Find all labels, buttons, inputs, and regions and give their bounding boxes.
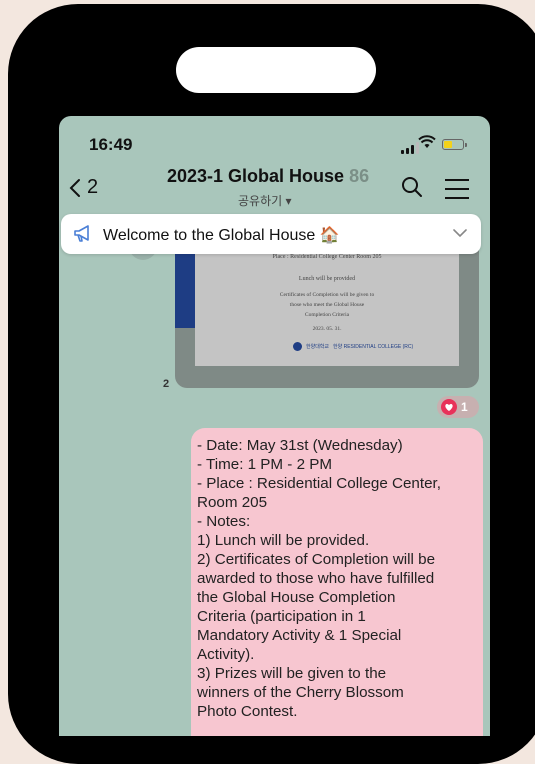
message-text: - Date: May 31st (Wednesday) - Time: 1 P…	[197, 437, 441, 720]
heart-icon	[441, 399, 457, 415]
image-message[interactable]: Place : Residential College Center Room …	[175, 246, 479, 388]
chevron-down-icon[interactable]	[453, 228, 467, 238]
reaction-badge[interactable]: 1	[437, 396, 479, 418]
search-icon[interactable]	[401, 176, 423, 198]
reaction-count: 1	[461, 400, 468, 414]
chat-screen: 16:49 2 2023-1 Global House 86 공유하기 ▾ Pl…	[59, 116, 490, 736]
member-count: 86	[349, 166, 370, 186]
poster-image: Place : Residential College Center Room …	[195, 246, 459, 366]
chat-title-text: 2023-1 Global House	[167, 166, 345, 186]
phone-speaker	[176, 47, 376, 93]
back-chevron-icon	[69, 178, 80, 197]
university-logo: 한양대학교 한양 RESIDENTIAL COLLEGE (RC)	[293, 342, 413, 351]
status-bar: 16:49	[59, 116, 490, 166]
read-count: 2	[163, 378, 170, 390]
chat-title: 2023-1 Global House 86	[167, 166, 369, 187]
chat-header: 2 2023-1 Global House 86 공유하기 ▾	[59, 164, 490, 214]
wifi-icon	[418, 135, 436, 148]
notice-text: Welcome to the Global House 🏠	[103, 227, 340, 244]
notice-banner[interactable]: Welcome to the Global House 🏠	[61, 214, 481, 254]
status-time: 16:49	[89, 135, 133, 154]
unread-count: 2	[87, 176, 99, 198]
message-bubble[interactable]: - Date: May 31st (Wednesday) - Time: 1 P…	[191, 428, 483, 736]
hamburger-menu-icon[interactable]	[445, 179, 469, 206]
signal-icon	[401, 142, 419, 154]
megaphone-icon	[74, 225, 89, 242]
battery-icon	[442, 139, 467, 150]
share-dropdown[interactable]: 공유하기 ▾	[238, 192, 292, 209]
back-button[interactable]: 2	[69, 176, 98, 199]
